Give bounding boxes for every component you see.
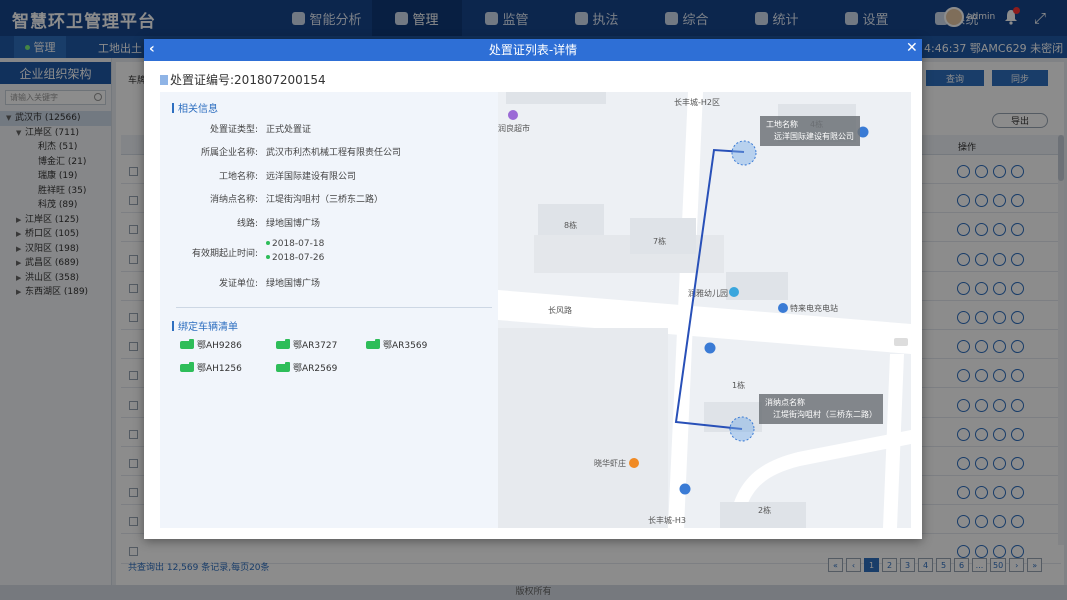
- charging-poi-icon[interactable]: [778, 303, 788, 313]
- field-label: 发证单位:: [218, 279, 258, 289]
- destination-marker[interactable]: [729, 416, 755, 442]
- field-label: 消纳点名称:: [209, 195, 258, 205]
- school-poi-icon[interactable]: [729, 287, 739, 297]
- field-label: 有效期起止时间:: [191, 249, 258, 259]
- map-canvas[interactable]: 长丰城-H2区 润良超市 8栋 7栋 4栋 1栋 2栋 润雅幼儿园 特来电充电站…: [498, 92, 911, 528]
- truck-icon: [276, 361, 290, 372]
- map-block: [498, 328, 668, 528]
- map-label: 8栋: [564, 220, 577, 230]
- field-company: 武汉市利杰机械工程有限责任公司: [266, 148, 402, 158]
- vehicle-item[interactable]: 鄂AR3727: [276, 338, 337, 351]
- vehicle-item[interactable]: 鄂AR2569: [276, 361, 337, 374]
- truck-icon: [366, 338, 380, 349]
- vehicle-item[interactable]: 鄂AH9286: [180, 338, 242, 351]
- section-divider: [176, 307, 492, 308]
- map-label: 长风路: [548, 305, 572, 315]
- truck-icon: [180, 361, 194, 372]
- map-block: [630, 218, 696, 254]
- map-block: [506, 92, 606, 104]
- traffic-light-icon: [894, 338, 908, 346]
- map-label: 2栋: [758, 505, 771, 515]
- field-site: 远洋国际建设有限公司: [266, 172, 357, 182]
- validity-start: 2018-07-18: [266, 239, 324, 249]
- info-panel: 相关信息 处置证类型: 正式处置证 所属企业名称: 武汉市利杰机械工程有限责任公…: [160, 92, 498, 528]
- back-arrow-icon[interactable]: ‹: [149, 41, 155, 57]
- modal-title: 处置证列表-详情: [488, 43, 578, 57]
- vehicle-item[interactable]: 鄂AH1256: [180, 361, 242, 374]
- map-label: 7栋: [653, 236, 666, 246]
- section-related-info: 相关信息: [172, 100, 218, 115]
- field-route: 绿地国博广场: [266, 219, 321, 229]
- field-cert-type: 正式处置证: [266, 125, 312, 135]
- field-label: 工地名称:: [218, 172, 258, 182]
- map-label: 晓华虾庄: [594, 458, 626, 468]
- map-label: 长丰城-H3: [648, 515, 686, 525]
- field-label: 线路:: [236, 219, 258, 229]
- certificate-number: 处置证编号:201807200154: [160, 71, 326, 88]
- truck-icon: [180, 338, 194, 349]
- parking-poi-icon[interactable]: [704, 342, 716, 354]
- close-icon[interactable]: ✕: [906, 40, 918, 56]
- highlight-mark: [160, 75, 168, 85]
- map-label: 长丰城-H2区: [674, 97, 720, 107]
- truck-icon: [276, 338, 290, 349]
- vehicle-item[interactable]: 鄂AR3569: [366, 338, 427, 351]
- restaurant-poi-icon[interactable]: [629, 458, 639, 468]
- section-vehicles: 绑定车辆清单: [172, 318, 238, 333]
- parking-poi-icon[interactable]: [679, 483, 691, 495]
- map-label: 1栋: [732, 380, 745, 390]
- map-label: 润良超市: [498, 123, 530, 133]
- field-disposal-site: 江堤街沟咀村（三桥东二路）: [266, 195, 384, 205]
- shop-poi-icon[interactable]: [508, 110, 518, 120]
- field-label: 处置证类型:: [209, 125, 258, 135]
- route-map[interactable]: 长丰城-H2区 润良超市 8栋 7栋 4栋 1栋 2栋 润雅幼儿园 特来电充电站…: [498, 92, 911, 528]
- origin-tooltip: 工地名称 远洋国际建设有限公司: [760, 116, 860, 146]
- validity-end: 2018-07-26: [266, 253, 324, 263]
- map-label: 特来电充电站: [790, 303, 838, 313]
- field-issuer: 绿地国博广场: [266, 279, 321, 289]
- modal-header: 处置证列表-详情 ‹ ✕: [144, 39, 922, 61]
- field-label: 所属企业名称:: [200, 148, 258, 158]
- origin-marker[interactable]: [731, 140, 757, 166]
- destination-tooltip: 消纳点名称 江堤街沟咀村（三桥东二路）: [759, 394, 883, 424]
- certificate-detail-modal: 处置证列表-详情 ‹ ✕ 处置证编号:201807200154 相关信息 处置证…: [144, 39, 922, 539]
